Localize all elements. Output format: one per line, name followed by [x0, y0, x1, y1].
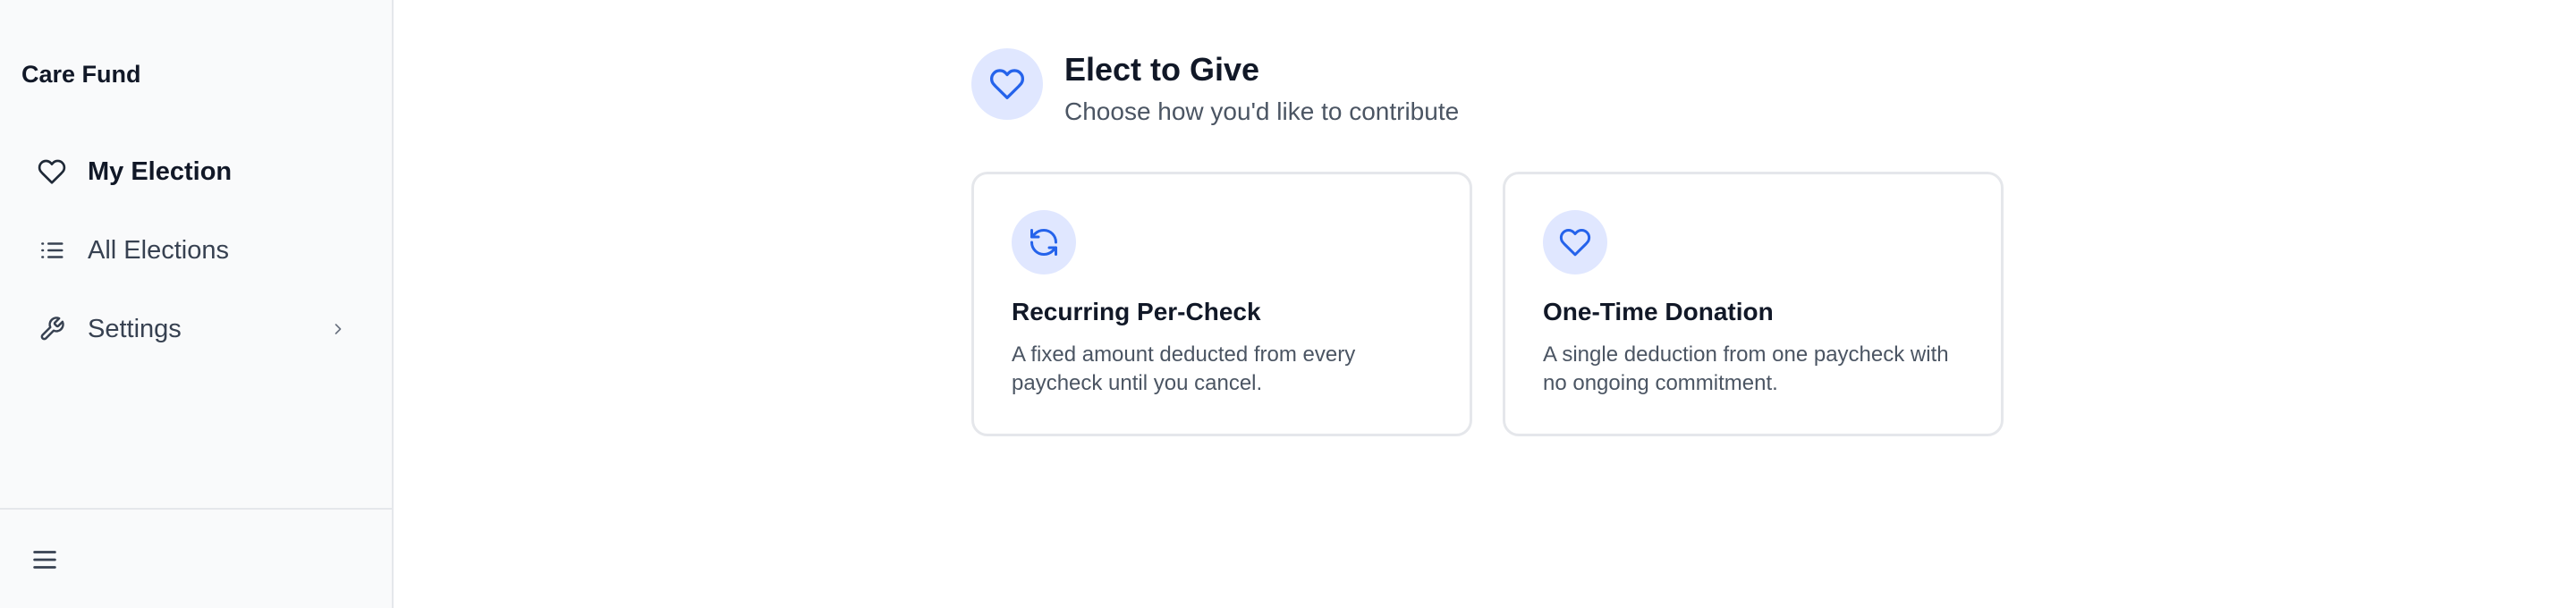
- sidebar-nav: My Election All Elections Settings: [0, 132, 392, 368]
- sidebar-item-label: All Elections: [88, 235, 229, 265]
- sidebar-footer: [0, 508, 392, 608]
- option-cards: Recurring Per-Check A fixed amount deduc…: [971, 172, 2004, 436]
- header-text: Elect to Give Choose how you'd like to c…: [1064, 48, 1459, 129]
- page-title: Elect to Give: [1064, 51, 1260, 88]
- menu-icon[interactable]: [27, 542, 63, 578]
- main-content: Elect to Give Choose how you'd like to c…: [394, 0, 2576, 608]
- sidebar: Care Fund My Election All Elections Sett…: [0, 0, 394, 608]
- sidebar-item-my-election[interactable]: My Election: [0, 132, 392, 211]
- app-root: Care Fund My Election All Elections Sett…: [0, 0, 2576, 608]
- brand-name: Care Fund: [21, 61, 141, 88]
- one-time-option-card[interactable]: One-Time Donation A single deduction fro…: [1503, 172, 2004, 436]
- card-title: One-Time Donation: [1543, 298, 1774, 325]
- list-icon: [36, 234, 68, 266]
- chevron-right-icon: [327, 318, 349, 340]
- refresh-icon: [1012, 210, 1076, 274]
- recurring-option-card[interactable]: Recurring Per-Check A fixed amount deduc…: [971, 172, 1472, 436]
- card-title: Recurring Per-Check: [1012, 298, 1261, 325]
- page-header: Elect to Give Choose how you'd like to c…: [971, 48, 1459, 129]
- card-description: A fixed amount deducted from every paych…: [1012, 342, 1356, 395]
- page-subtitle: Choose how you'd like to contribute: [1064, 97, 1460, 125]
- card-description: A single deduction from one paycheck wit…: [1543, 342, 1949, 395]
- sidebar-item-settings[interactable]: Settings: [0, 290, 392, 368]
- heart-icon: [971, 48, 1043, 120]
- heart-icon: [36, 156, 68, 188]
- heart-icon: [1543, 210, 1607, 274]
- wrench-icon: [36, 313, 68, 345]
- sidebar-item-label: Settings: [88, 314, 182, 343]
- sidebar-item-label: My Election: [88, 156, 233, 186]
- sidebar-item-all-elections[interactable]: All Elections: [0, 211, 392, 290]
